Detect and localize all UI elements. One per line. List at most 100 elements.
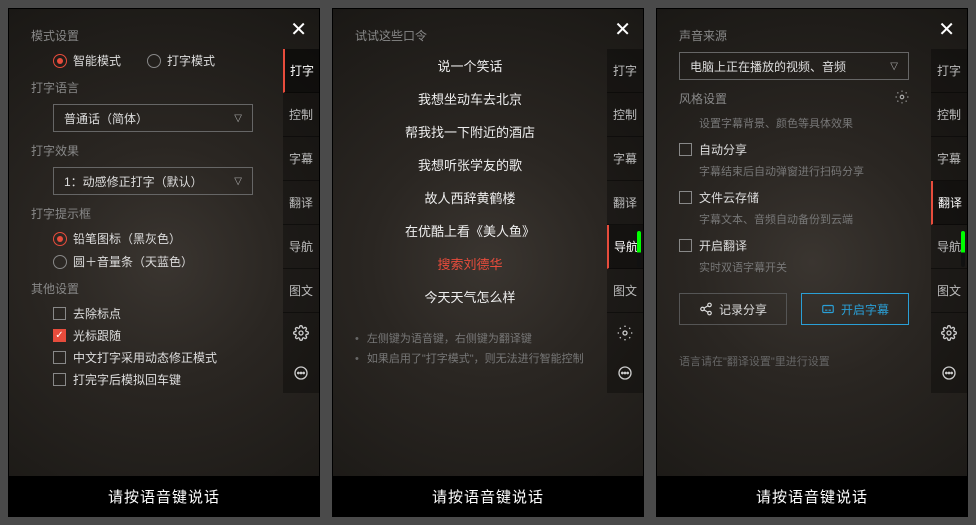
vu-meter-icon bbox=[637, 231, 641, 267]
select-language[interactable]: 普通话（简体） ▽ bbox=[53, 104, 253, 132]
sidebar: 打字 控制 字幕 翻译 导航 图文 bbox=[283, 49, 319, 393]
close-icon[interactable]: ✕ bbox=[290, 17, 307, 42]
checkbox-enable-translate[interactable]: 开启翻译 bbox=[679, 237, 909, 254]
sidebar-item-type[interactable]: 打字 bbox=[931, 49, 967, 93]
chat-icon[interactable] bbox=[607, 353, 643, 393]
command-item-highlighted[interactable]: 搜索刘德华 bbox=[437, 254, 502, 273]
checkbox-auto-share[interactable]: 自动分享 bbox=[679, 141, 909, 158]
sidebar-item-translate[interactable]: 翻译 bbox=[931, 181, 967, 225]
sidebar: 打字 控制 字幕 翻译 导航 图文 bbox=[931, 49, 967, 393]
select-value: 普通话（简体） bbox=[64, 110, 148, 127]
sidebar-item-translate[interactable]: 翻译 bbox=[607, 181, 643, 225]
section-effect: 打字效果 bbox=[31, 142, 261, 159]
section-audio-source: 声音来源 bbox=[679, 27, 909, 44]
subtitle-icon bbox=[821, 302, 835, 316]
share-icon bbox=[699, 302, 713, 316]
section-lang: 打字语言 bbox=[31, 79, 261, 96]
sidebar-item-nav[interactable]: 导航 bbox=[931, 225, 967, 269]
sidebar-item-control[interactable]: 控制 bbox=[931, 93, 967, 137]
section-style: 风格设置 bbox=[679, 90, 909, 107]
chevron-down-icon: ▽ bbox=[890, 61, 898, 72]
section-tipbox: 打字提示框 bbox=[31, 205, 261, 222]
footer-prompt: 请按语音键说话 bbox=[657, 476, 967, 516]
radio-type-mode[interactable]: 打字模式 bbox=[147, 52, 215, 69]
chevron-down-icon: ▽ bbox=[234, 176, 242, 187]
close-icon[interactable]: ✕ bbox=[938, 17, 955, 42]
select-value: 电脑上正在播放的视频、音频 bbox=[690, 58, 846, 75]
open-subtitle-button[interactable]: 开启字幕 bbox=[801, 293, 909, 325]
cloud-store-hint: 字幕文本、音频自动备份到云端 bbox=[679, 211, 909, 227]
chevron-down-icon: ▽ bbox=[234, 113, 242, 124]
auto-share-hint: 字幕结束后自动弹窗进行扫码分享 bbox=[679, 163, 909, 179]
sidebar-item-subtitle[interactable]: 字幕 bbox=[931, 137, 967, 181]
command-item[interactable]: 帮我找一下附近的酒店 bbox=[405, 122, 535, 141]
checkbox-label: 去除标点 bbox=[73, 305, 121, 322]
button-label: 开启字幕 bbox=[841, 301, 889, 318]
sidebar: 打字 控制 字幕 翻译 导航 图文 bbox=[607, 49, 643, 393]
chat-icon[interactable] bbox=[931, 353, 967, 393]
checkbox-cloud-store[interactable]: 文件云存储 bbox=[679, 189, 909, 206]
sidebar-item-translate[interactable]: 翻译 bbox=[283, 181, 319, 225]
checkbox-label: 光标跟随 bbox=[73, 327, 121, 344]
command-item[interactable]: 今天天气怎么样 bbox=[424, 287, 515, 306]
sidebar-item-image[interactable]: 图文 bbox=[283, 269, 319, 313]
language-note: 语言请在"翻译设置"里进行设置 bbox=[679, 353, 909, 369]
command-item[interactable]: 我想听张学友的歌 bbox=[418, 155, 522, 174]
radio-smart-mode[interactable]: 智能模式 bbox=[53, 52, 121, 69]
tip-text: 左侧键为语音键，右侧键为翻译键 bbox=[355, 330, 585, 350]
checkbox-cursor-follow[interactable]: ✓光标跟随 bbox=[31, 327, 261, 344]
footer-prompt: 请按语音键说话 bbox=[9, 476, 319, 516]
sidebar-item-nav[interactable]: 导航 bbox=[283, 225, 319, 269]
sidebar-item-image[interactable]: 图文 bbox=[607, 269, 643, 313]
section-other: 其他设置 bbox=[31, 280, 261, 297]
style-hint: 设置字幕背景、颜色等具体效果 bbox=[679, 115, 909, 131]
checkbox-label: 自动分享 bbox=[699, 141, 747, 158]
checkbox-label: 开启翻译 bbox=[699, 237, 747, 254]
command-item[interactable]: 故人西辞黄鹤楼 bbox=[424, 188, 515, 207]
radio-label: 打字模式 bbox=[167, 52, 215, 69]
section-mode: 模式设置 bbox=[31, 27, 261, 44]
sidebar-item-subtitle[interactable]: 字幕 bbox=[607, 137, 643, 181]
commands-title: 试试这些口令 bbox=[355, 27, 585, 44]
sidebar-item-control[interactable]: 控制 bbox=[283, 93, 319, 137]
sidebar-item-control[interactable]: 控制 bbox=[607, 93, 643, 137]
radio-pencil-tip[interactable]: 铅笔图标（黑灰色） bbox=[53, 230, 261, 247]
checkbox-remove-punct[interactable]: 去除标点 bbox=[31, 305, 261, 322]
select-audio-source[interactable]: 电脑上正在播放的视频、音频 ▽ bbox=[679, 52, 909, 80]
command-item[interactable]: 说一个笑话 bbox=[437, 56, 502, 75]
close-icon[interactable]: ✕ bbox=[614, 17, 631, 42]
panel-typing-settings: ✕ 打字 控制 字幕 翻译 导航 图文 模式设置 智能模式 打字模式 打字语言 … bbox=[8, 8, 320, 517]
command-item[interactable]: 我想坐动车去北京 bbox=[418, 89, 522, 108]
radio-label: 智能模式 bbox=[73, 52, 121, 69]
radio-label: 铅笔图标（黑灰色） bbox=[73, 230, 181, 247]
tip-text: 如果启用了"打字模式"，则无法进行智能控制 bbox=[355, 350, 585, 370]
gear-icon[interactable] bbox=[283, 313, 319, 353]
radio-circle-tip[interactable]: 圆＋音量条（天蓝色） bbox=[53, 253, 261, 270]
panel-audio-source: ✕ 打字 控制 字幕 翻译 导航 图文 声音来源 电脑上正在播放的视频、音频 ▽… bbox=[656, 8, 968, 517]
select-effect[interactable]: 1：动感修正打字（默认） ▽ bbox=[53, 167, 253, 195]
translate-hint: 实时双语字幕开关 bbox=[679, 259, 909, 275]
checkbox-label: 中文打字采用动态修正模式 bbox=[73, 349, 217, 366]
checkbox-label: 文件云存储 bbox=[699, 189, 759, 206]
select-value: 1：动感修正打字（默认） bbox=[64, 173, 203, 190]
tips-block: 左侧键为语音键，右侧键为翻译键 如果启用了"打字模式"，则无法进行智能控制 bbox=[355, 330, 585, 370]
vu-meter-icon bbox=[961, 231, 965, 267]
sidebar-item-nav[interactable]: 导航 bbox=[607, 225, 643, 269]
gear-icon[interactable] bbox=[895, 90, 909, 107]
gear-icon[interactable] bbox=[607, 313, 643, 353]
footer-prompt: 请按语音键说话 bbox=[333, 476, 643, 516]
command-item[interactable]: 在优酷上看《美人鱼》 bbox=[405, 221, 535, 240]
gear-icon[interactable] bbox=[931, 313, 967, 353]
sidebar-item-image[interactable]: 图文 bbox=[931, 269, 967, 313]
radio-label: 圆＋音量条（天蓝色） bbox=[73, 253, 193, 270]
sidebar-item-type[interactable]: 打字 bbox=[607, 49, 643, 93]
checkbox-dynamic-fix[interactable]: 中文打字采用动态修正模式 bbox=[31, 349, 261, 366]
sidebar-item-type[interactable]: 打字 bbox=[283, 49, 319, 93]
command-list: 说一个笑话 我想坐动车去北京 帮我找一下附近的酒店 我想听张学友的歌 故人西辞黄… bbox=[355, 56, 585, 306]
checkbox-sim-enter[interactable]: 打完字后模拟回车键 bbox=[31, 371, 261, 388]
checkbox-label: 打完字后模拟回车键 bbox=[73, 371, 181, 388]
chat-icon[interactable] bbox=[283, 353, 319, 393]
sidebar-item-subtitle[interactable]: 字幕 bbox=[283, 137, 319, 181]
panel-commands: ✕ 打字 控制 字幕 翻译 导航 图文 试试这些口令 说一个笑话 我想坐动车去北… bbox=[332, 8, 644, 517]
share-record-button[interactable]: 记录分享 bbox=[679, 293, 787, 325]
